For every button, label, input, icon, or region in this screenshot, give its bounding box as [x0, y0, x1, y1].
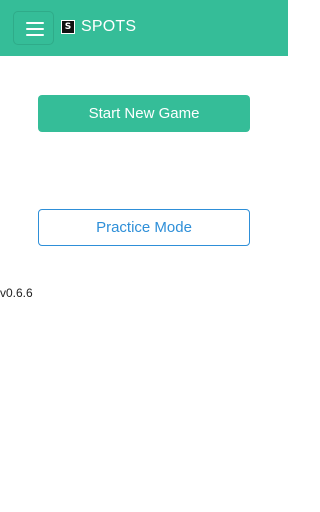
brand[interactable]: S SPOTS: [61, 16, 136, 38]
app-page: S SPOTS Start New Game Practice Mode v0.…: [0, 0, 288, 512]
hamburger-menu-icon-bar: [26, 28, 44, 30]
menu-toggle-button[interactable]: [13, 11, 54, 45]
hamburger-menu-icon: [26, 22, 44, 24]
hamburger-menu-icon-bar: [26, 34, 44, 36]
brand-name: SPOTS: [81, 18, 137, 35]
top-navbar: S SPOTS: [0, 0, 288, 56]
practice-mode-button[interactable]: Practice Mode: [38, 209, 250, 246]
spots-logo-icon: S: [61, 20, 75, 34]
start-new-game-button[interactable]: Start New Game: [38, 95, 250, 132]
version-label: v0.6.6: [0, 286, 33, 300]
